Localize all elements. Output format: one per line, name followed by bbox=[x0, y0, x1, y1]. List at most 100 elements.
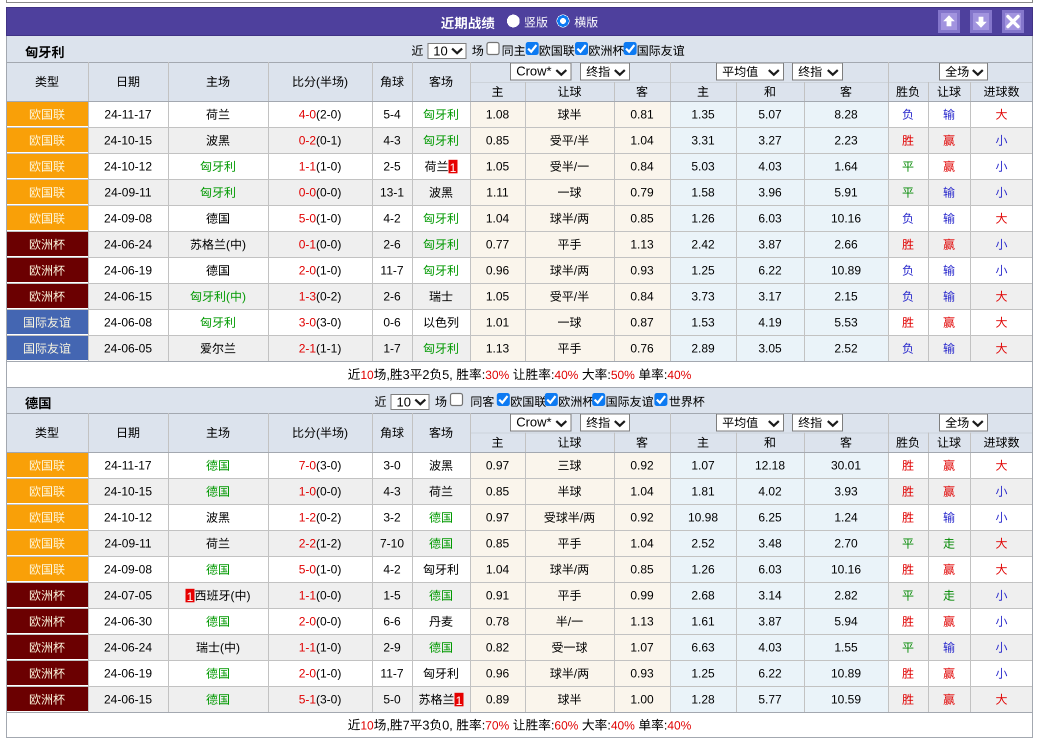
svg-text:6.03: 6.03 bbox=[758, 562, 782, 576]
svg-text:2-0: 2-0 bbox=[299, 263, 317, 277]
svg-text:0.84: 0.84 bbox=[630, 159, 654, 173]
svg-text:1-3: 1-3 bbox=[299, 289, 317, 303]
svg-text:0.97: 0.97 bbox=[486, 458, 510, 472]
svg-text:4-2: 4-2 bbox=[383, 211, 401, 225]
svg-text:(3-0): (3-0) bbox=[316, 692, 341, 706]
svg-text:7-10: 7-10 bbox=[380, 536, 404, 550]
svg-text:1.24: 1.24 bbox=[834, 510, 858, 524]
svg-text:(0-0): (0-0) bbox=[316, 237, 341, 251]
svg-text:5.53: 5.53 bbox=[834, 315, 858, 329]
svg-text:13-1: 13-1 bbox=[380, 185, 404, 199]
svg-text:(1-0): (1-0) bbox=[316, 666, 341, 680]
svg-text:1-7: 1-7 bbox=[383, 341, 401, 355]
svg-text:0.96: 0.96 bbox=[486, 263, 510, 277]
svg-text:24-10-15: 24-10-15 bbox=[104, 484, 152, 498]
svg-text:(0-2): (0-2) bbox=[316, 289, 341, 303]
svg-text:3.87: 3.87 bbox=[758, 237, 782, 251]
svg-text:0.89: 0.89 bbox=[486, 692, 510, 706]
svg-text:1.35: 1.35 bbox=[691, 107, 715, 121]
svg-text:0.85: 0.85 bbox=[486, 536, 510, 550]
svg-text:1.13: 1.13 bbox=[486, 341, 510, 355]
svg-text:0.84: 0.84 bbox=[630, 289, 654, 303]
svg-text:24-10-12: 24-10-12 bbox=[104, 159, 152, 173]
svg-text:2.89: 2.89 bbox=[691, 341, 715, 355]
svg-text:5-0: 5-0 bbox=[299, 562, 317, 576]
svg-text:1.05: 1.05 bbox=[486, 159, 510, 173]
svg-text:10.16: 10.16 bbox=[831, 562, 861, 576]
svg-text:1-0: 1-0 bbox=[299, 484, 317, 498]
svg-text:5-0: 5-0 bbox=[383, 692, 401, 706]
svg-text:0.85: 0.85 bbox=[630, 211, 654, 225]
svg-text:24-06-19: 24-06-19 bbox=[104, 666, 152, 680]
svg-text:3.87: 3.87 bbox=[758, 614, 782, 628]
svg-text:(2-0): (2-0) bbox=[316, 107, 341, 121]
svg-text:7-0: 7-0 bbox=[299, 458, 317, 472]
svg-text:4-3: 4-3 bbox=[383, 133, 401, 147]
svg-text:(3-0): (3-0) bbox=[316, 315, 341, 329]
svg-text:1-1: 1-1 bbox=[299, 159, 317, 173]
svg-text:0.79: 0.79 bbox=[630, 185, 654, 199]
svg-text:5.94: 5.94 bbox=[834, 614, 858, 628]
svg-text:3.14: 3.14 bbox=[758, 588, 782, 602]
svg-text:24-11-17: 24-11-17 bbox=[104, 107, 151, 121]
svg-text:2.66: 2.66 bbox=[834, 237, 858, 251]
svg-text:(0-0): (0-0) bbox=[316, 484, 341, 498]
svg-text:4.03: 4.03 bbox=[758, 159, 782, 173]
svg-text:1.04: 1.04 bbox=[630, 536, 654, 550]
svg-text:1.11: 1.11 bbox=[486, 185, 509, 199]
svg-text:0-1: 0-1 bbox=[299, 237, 317, 251]
svg-text:24-07-05: 24-07-05 bbox=[104, 588, 152, 602]
svg-text:8.28: 8.28 bbox=[834, 107, 858, 121]
svg-text:3-0: 3-0 bbox=[383, 458, 401, 472]
svg-text:6-6: 6-6 bbox=[383, 614, 401, 628]
svg-text:10.59: 10.59 bbox=[831, 692, 861, 706]
svg-text:2-9: 2-9 bbox=[383, 640, 401, 654]
svg-text:24-11-17: 24-11-17 bbox=[104, 458, 151, 472]
svg-text:3.05: 3.05 bbox=[758, 341, 782, 355]
svg-text:5.77: 5.77 bbox=[758, 692, 782, 706]
svg-text:10.89: 10.89 bbox=[831, 666, 861, 680]
svg-text:1.25: 1.25 bbox=[691, 666, 715, 680]
svg-text:3.93: 3.93 bbox=[834, 484, 858, 498]
svg-text:3-0: 3-0 bbox=[299, 315, 317, 329]
svg-text:(1-2): (1-2) bbox=[316, 536, 341, 550]
svg-text:24-06-15: 24-06-15 bbox=[104, 289, 152, 303]
svg-text:24-06-15: 24-06-15 bbox=[104, 692, 152, 706]
svg-text:0.99: 0.99 bbox=[630, 588, 654, 602]
svg-text:24-06-24: 24-06-24 bbox=[104, 640, 152, 654]
svg-text:1.58: 1.58 bbox=[691, 185, 715, 199]
svg-text:10.16: 10.16 bbox=[831, 211, 861, 225]
svg-text:0.76: 0.76 bbox=[630, 341, 654, 355]
svg-text:1.08: 1.08 bbox=[486, 107, 510, 121]
svg-text:24-06-30: 24-06-30 bbox=[104, 614, 152, 628]
svg-text:(0-2): (0-2) bbox=[316, 510, 341, 524]
svg-text:3.31: 3.31 bbox=[691, 133, 715, 147]
svg-text:0.82: 0.82 bbox=[486, 640, 510, 654]
svg-text:6.22: 6.22 bbox=[758, 263, 782, 277]
svg-text:3.48: 3.48 bbox=[758, 536, 782, 550]
svg-text:0-2: 0-2 bbox=[299, 133, 317, 147]
svg-text:(1-1): (1-1) bbox=[316, 341, 341, 355]
svg-text:2.23: 2.23 bbox=[834, 133, 858, 147]
svg-text:4.03: 4.03 bbox=[758, 640, 782, 654]
svg-text:0.77: 0.77 bbox=[486, 237, 510, 251]
svg-text:0-0: 0-0 bbox=[299, 185, 317, 199]
svg-text:0.81: 0.81 bbox=[630, 107, 654, 121]
svg-text:5-0: 5-0 bbox=[299, 211, 317, 225]
svg-text:2-1: 2-1 bbox=[299, 341, 317, 355]
svg-text:1.01: 1.01 bbox=[486, 315, 510, 329]
svg-text:5.91: 5.91 bbox=[834, 185, 858, 199]
svg-text:1.07: 1.07 bbox=[691, 458, 715, 472]
svg-text:4-0: 4-0 bbox=[299, 107, 317, 121]
svg-text:24-06-19: 24-06-19 bbox=[104, 263, 152, 277]
svg-text:0.92: 0.92 bbox=[630, 510, 654, 524]
svg-text:0.93: 0.93 bbox=[630, 666, 654, 680]
svg-text:4-2: 4-2 bbox=[383, 562, 401, 576]
svg-text:3.96: 3.96 bbox=[758, 185, 782, 199]
svg-text:5-4: 5-4 bbox=[383, 107, 401, 121]
svg-text:2-5: 2-5 bbox=[383, 159, 401, 173]
svg-text:1.26: 1.26 bbox=[691, 562, 715, 576]
svg-text:1.13: 1.13 bbox=[630, 614, 654, 628]
svg-text:24-06-08: 24-06-08 bbox=[104, 315, 152, 329]
svg-text:(1-0): (1-0) bbox=[316, 159, 341, 173]
